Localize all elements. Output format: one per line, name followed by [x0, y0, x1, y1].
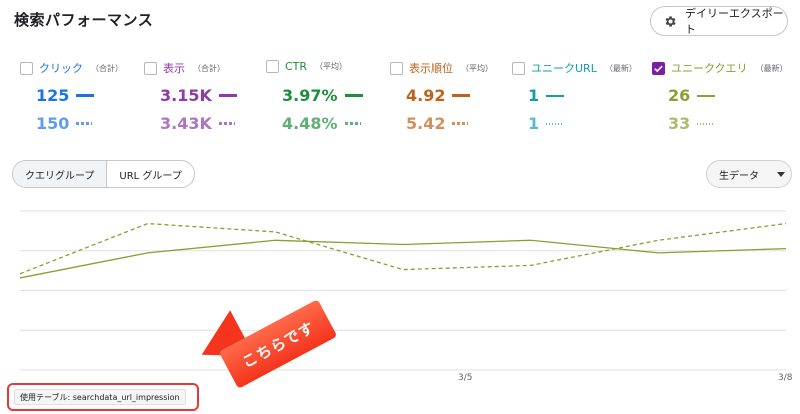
unique-url-checkbox[interactable] [512, 61, 525, 75]
x-tick-label-1: 3/5 [458, 373, 473, 383]
unique-query-dotted-line-icon [697, 122, 714, 125]
table-name-label: 使用テーブル: searchdata_url_impression [14, 389, 186, 405]
tab-url-group[interactable]: URL グループ [107, 161, 193, 187]
ctr-dotted-line-icon [344, 122, 361, 125]
metric-unique-query[interactable]: ユニーククエリ （最新） 26 33 [652, 60, 788, 133]
clicks-solid-line-icon [76, 94, 95, 97]
position-checkbox[interactable] [390, 61, 403, 75]
unique-query-checkbox[interactable] [652, 61, 665, 75]
daily-export-label: デイリーエクスポート [684, 7, 784, 36]
metric-ctr[interactable]: CTR （平均） 3.97% 4.48% [266, 60, 363, 133]
impressions-label: 表示 [163, 62, 185, 75]
unique-url-dotted-line-icon [546, 122, 563, 125]
grouping-tabs: クエリグループ URL グループ [12, 160, 195, 188]
impressions-checkbox[interactable] [144, 61, 157, 75]
clicks-dotted-line-icon [76, 122, 93, 125]
clicks-label: クリック [39, 62, 83, 75]
metric-position[interactable]: 表示順位 （平均） 4.92 5.42 [390, 60, 493, 133]
metric-impressions[interactable]: 表示 （合計） 3.15K 3.43K [144, 60, 237, 133]
page-title: 検索パフォーマンス [14, 11, 154, 29]
unique-query-value-previous: 33 [668, 114, 691, 133]
position-label: 表示順位 [409, 62, 453, 75]
unique-url-value-previous: 1 [528, 114, 540, 133]
impressions-solid-line-icon [218, 94, 237, 97]
ctr-checkbox[interactable] [266, 60, 279, 73]
impressions-value-previous: 3.43K [160, 114, 212, 133]
position-value-previous: 5.42 [406, 114, 446, 133]
ctr-solid-line-icon [344, 94, 363, 97]
unique-query-sub: （最新） [755, 63, 788, 73]
daily-export-button[interactable]: デイリーエクスポート [650, 6, 788, 36]
clicks-value-current: 125 [36, 86, 70, 105]
impressions-dotted-line-icon [218, 122, 235, 125]
unique-query-value-current: 26 [668, 86, 691, 105]
unique-query-solid-line-icon [697, 94, 716, 97]
clicks-sub: （合計） [91, 63, 123, 73]
clicks-value-previous: 150 [36, 114, 70, 133]
unique-url-solid-line-icon [546, 94, 565, 97]
chevron-down-icon [777, 171, 785, 177]
line-chart [19, 210, 787, 371]
unique-url-value-current: 1 [528, 86, 540, 105]
position-sub: （平均） [461, 63, 493, 73]
clicks-checkbox[interactable] [20, 61, 33, 75]
position-dotted-line-icon [452, 122, 469, 125]
position-value-current: 4.92 [406, 86, 446, 105]
ctr-label: CTR [285, 60, 308, 73]
unique-query-label: ユニーククエリ [671, 62, 748, 75]
unique-url-label: ユニークURL [531, 62, 597, 75]
ctr-value-previous: 4.48% [282, 114, 338, 133]
series-line-current [19, 239, 787, 279]
impressions-sub: （合計） [193, 63, 225, 73]
metric-clicks[interactable]: クリック （合計） 125 150 [20, 60, 123, 133]
gear-icon [665, 15, 676, 27]
ctr-sub: （平均） [315, 62, 348, 71]
series-line-previous [19, 222, 787, 275]
impressions-value-current: 3.15K [160, 86, 212, 105]
unique-url-sub: （最新） [604, 63, 637, 73]
tab-query-group[interactable]: クエリグループ [13, 161, 108, 187]
x-tick-label-2: 3/8 [778, 373, 793, 383]
raw-data-dropdown[interactable]: 生データ [706, 160, 792, 188]
metric-unique-url[interactable]: ユニークURL （最新） 1 1 [512, 60, 637, 133]
position-solid-line-icon [452, 94, 471, 97]
ctr-value-current: 3.97% [282, 86, 338, 105]
checkmark-icon [654, 65, 663, 72]
raw-data-label: 生データ [719, 170, 759, 182]
